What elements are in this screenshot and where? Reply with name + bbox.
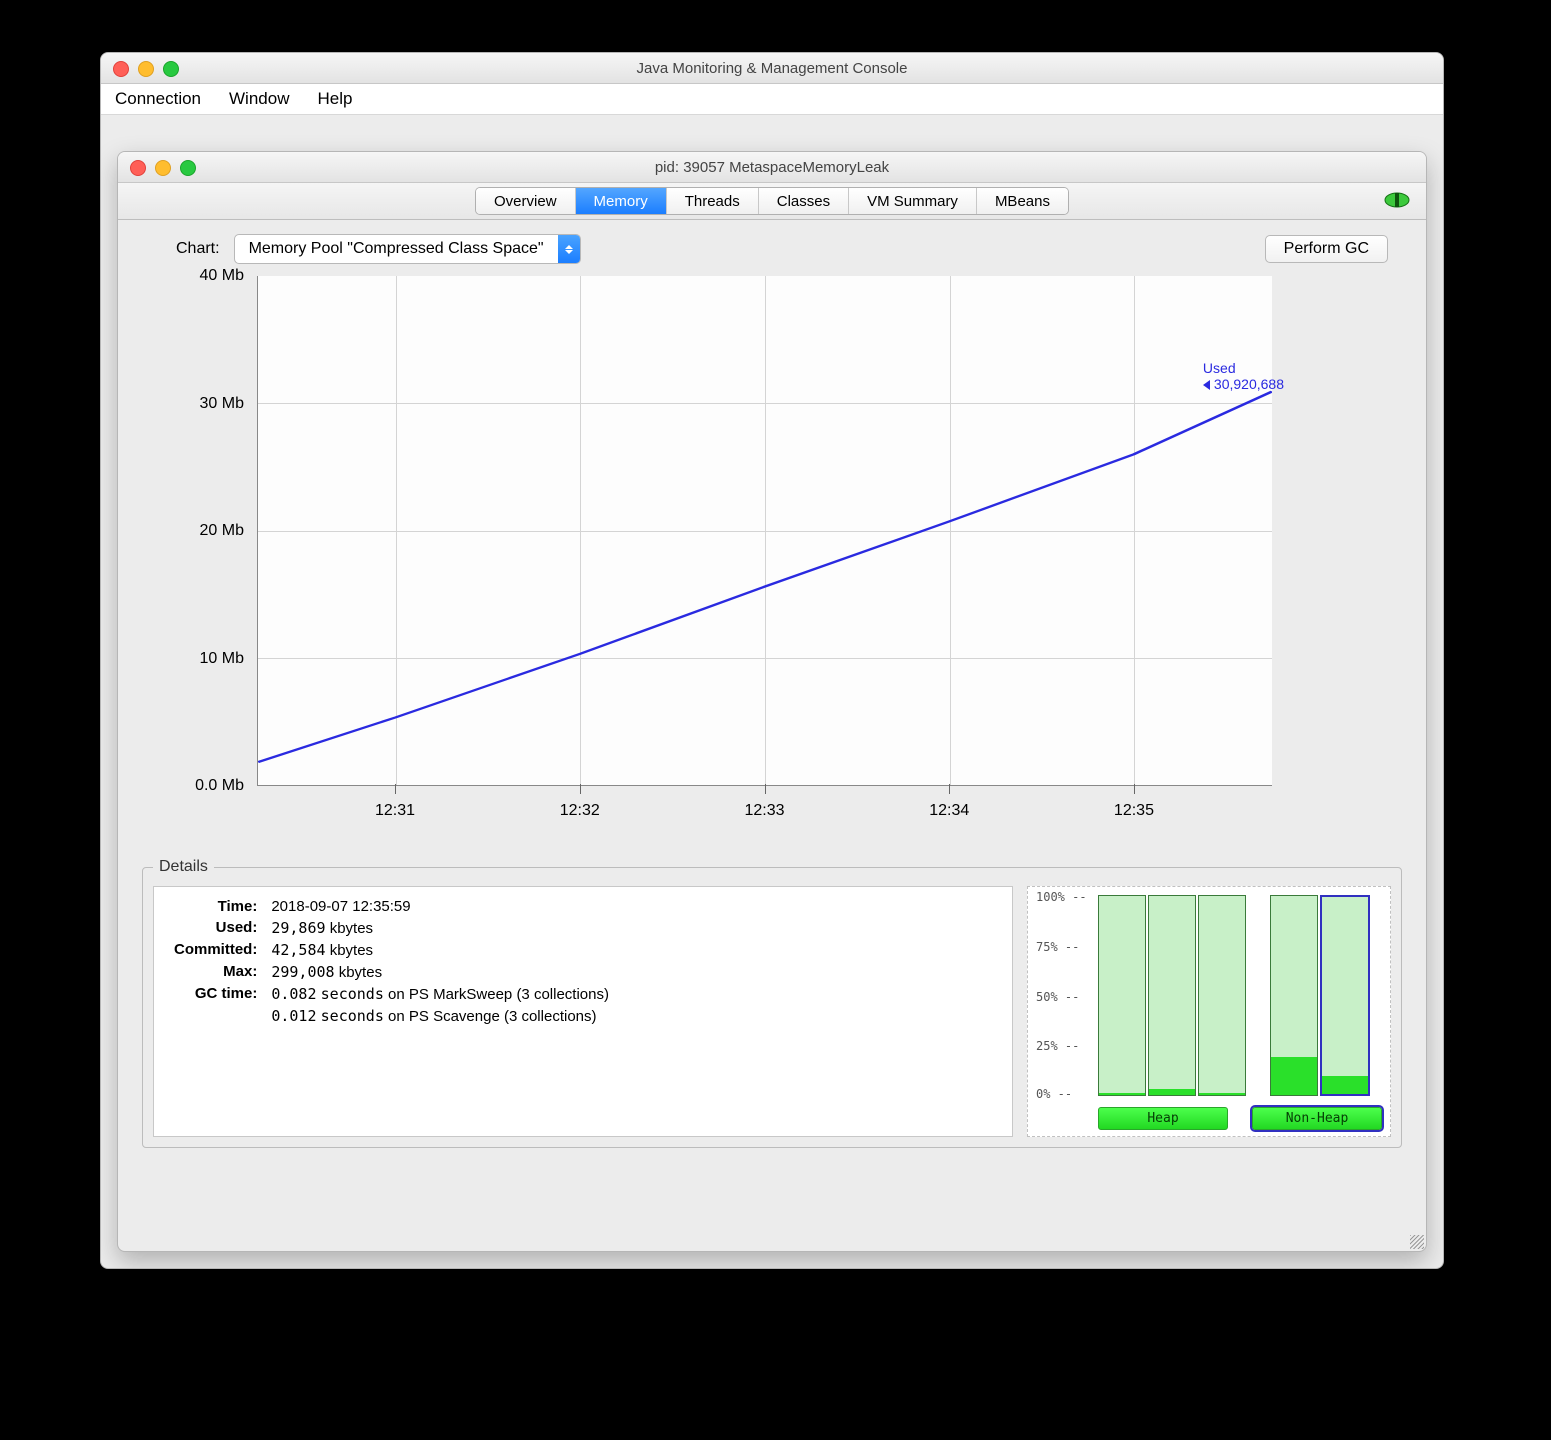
details-legend: Details [153, 858, 214, 876]
x-tick: 12:32 [560, 802, 600, 820]
nonheap-bar-1[interactable] [1320, 895, 1370, 1096]
chart-line [258, 276, 1272, 785]
inner-window: pid: 39057 MetaspaceMemoryLeak Overview … [117, 151, 1427, 1252]
x-tick: 12:34 [929, 802, 969, 820]
outer-window-title: Java Monitoring & Management Console [101, 60, 1443, 77]
y-tick: 20 Mb [200, 522, 244, 540]
resize-grip-icon[interactable] [1410, 1235, 1424, 1249]
inner-close-icon[interactable] [130, 160, 146, 176]
inner-window-title: pid: 39057 MetaspaceMemoryLeak [118, 159, 1426, 176]
x-tick: 12:31 [375, 802, 415, 820]
menu-connection[interactable]: Connection [115, 89, 201, 109]
tab-mbeans[interactable]: MBeans [977, 188, 1068, 214]
menu-help[interactable]: Help [317, 89, 352, 109]
menubar: Connection Window Help [101, 84, 1443, 115]
heap-bar-2[interactable] [1198, 895, 1246, 1096]
menu-window[interactable]: Window [229, 89, 289, 109]
chart-annotation: Used 30,920,688 [1203, 360, 1284, 392]
inner-minimize-icon[interactable] [155, 160, 171, 176]
tab-vm-summary[interactable]: VM Summary [849, 188, 977, 214]
y-tick: 10 Mb [200, 650, 244, 668]
x-tick: 12:33 [744, 802, 784, 820]
pool-bars-panel: 100% 75% 50% 25% 0% [1027, 886, 1391, 1137]
heap-group-button[interactable]: Heap [1098, 1107, 1228, 1130]
zoom-icon[interactable] [163, 61, 179, 77]
tab-threads[interactable]: Threads [667, 188, 759, 214]
minimize-icon[interactable] [138, 61, 154, 77]
connection-status-icon [1384, 191, 1410, 209]
perform-gc-button[interactable]: Perform GC [1265, 235, 1388, 263]
details-text: Time:2018-09-07 12:35:59 Used:29,869 kby… [153, 886, 1013, 1137]
y-tick: 0.0 Mb [195, 777, 244, 795]
chart-select[interactable]: Memory Pool "Compressed Class Space" [234, 234, 581, 264]
chart-label: Chart: [176, 240, 220, 258]
chart-select-value: Memory Pool "Compressed Class Space" [235, 240, 558, 258]
inner-zoom-icon[interactable] [180, 160, 196, 176]
tab-memory[interactable]: Memory [576, 188, 667, 214]
heap-bar-0[interactable] [1098, 895, 1146, 1096]
tab-bar: Overview Memory Threads Classes VM Summa… [118, 183, 1426, 220]
plot-area[interactable] [257, 276, 1272, 786]
outer-window: Java Monitoring & Management Console Con… [100, 52, 1444, 1269]
nonheap-bar-0[interactable] [1270, 895, 1318, 1096]
details-panel: Details Time:2018-09-07 12:35:59 Used:29… [142, 858, 1402, 1148]
y-tick: 30 Mb [200, 395, 244, 413]
heap-bar-1[interactable] [1148, 895, 1196, 1096]
tab-classes[interactable]: Classes [759, 188, 849, 214]
close-icon[interactable] [113, 61, 129, 77]
y-tick: 40 Mb [200, 267, 244, 285]
memory-chart: 40 Mb 30 Mb 20 Mb 10 Mb 0.0 Mb [142, 276, 1402, 836]
tab-overview[interactable]: Overview [476, 188, 576, 214]
chevron-up-down-icon [558, 235, 580, 263]
x-tick: 12:35 [1114, 802, 1154, 820]
nonheap-group-button[interactable]: Non-Heap [1252, 1107, 1382, 1130]
inner-titlebar: pid: 39057 MetaspaceMemoryLeak [118, 152, 1426, 183]
outer-titlebar: Java Monitoring & Management Console [101, 53, 1443, 84]
